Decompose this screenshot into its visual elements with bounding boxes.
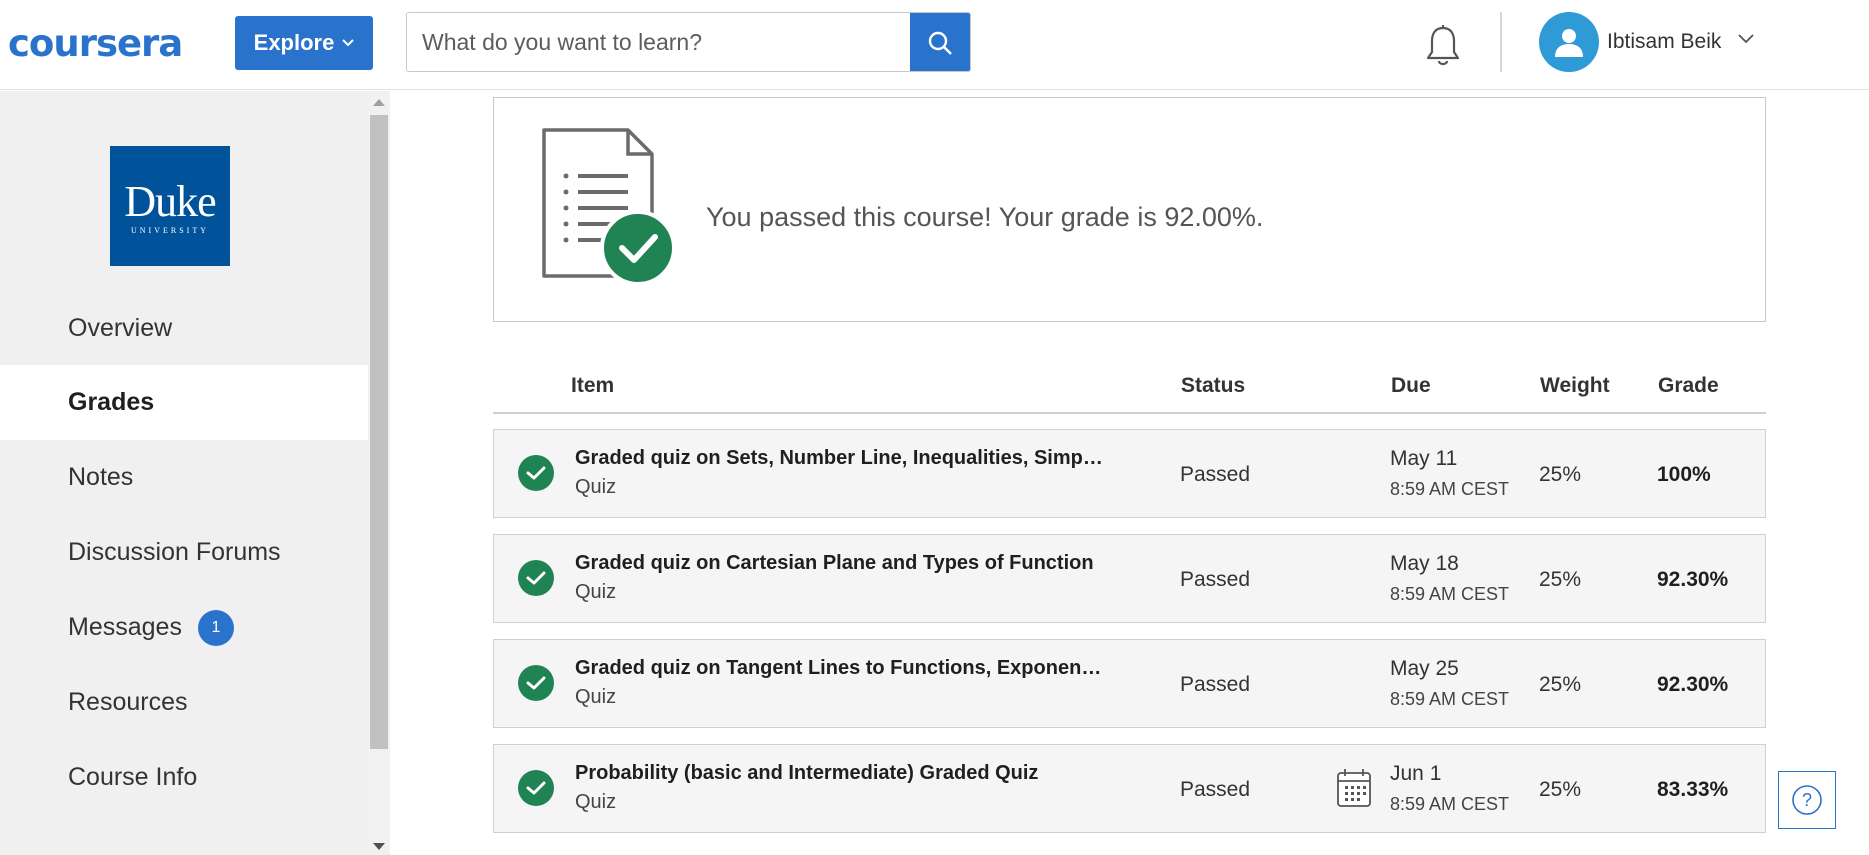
due-date: May 18 <box>1390 552 1459 575</box>
help-button[interactable]: ? <box>1778 771 1836 829</box>
help-label: ? <box>1802 790 1812 810</box>
university-logo-subtitle: UNIVERSITY <box>131 226 209 235</box>
assignment-grade: 92.30% <box>1657 673 1729 696</box>
user-icon <box>1555 29 1583 57</box>
duke-university-logo[interactable]: Duke UNIVERSITY <box>110 146 230 266</box>
calendar-icon[interactable] <box>1336 767 1372 809</box>
chevron-down-icon <box>342 39 355 47</box>
sidebar-item-label: Overview <box>68 314 173 342</box>
course-sidebar: Duke UNIVERSITY Overview Grades Notes Di… <box>0 91 370 855</box>
due-date: Jun 1 <box>1390 762 1442 785</box>
sidebar-scrollbar[interactable] <box>368 91 390 855</box>
coursera-logo[interactable]: coursera <box>8 22 183 65</box>
explore-label: Explore <box>253 30 335 55</box>
sidebar-item-label: Course Info <box>68 763 198 791</box>
chevron-down-icon[interactable] <box>1738 34 1754 44</box>
assignment-grade: 92.30% <box>1657 568 1729 591</box>
check-circle-icon <box>518 560 554 596</box>
university-logo-name: Duke <box>124 177 216 226</box>
assignment-status: Passed <box>1180 568 1251 591</box>
table-header-divider <box>493 412 1766 414</box>
sidebar-item-grades[interactable]: Grades <box>0 365 368 440</box>
column-header-weight: Weight <box>1540 374 1610 397</box>
table-row[interactable]: Graded quiz on Sets, Number Line, Inequa… <box>493 429 1766 518</box>
assignment-title[interactable]: Graded quiz on Sets, Number Line, Inequa… <box>575 447 1105 470</box>
check-circle-icon <box>518 665 554 701</box>
search-button[interactable] <box>910 13 970 71</box>
check-circle-icon <box>518 455 554 491</box>
search-bar <box>406 12 971 72</box>
assignment-status: Passed <box>1180 673 1251 696</box>
column-header-status: Status <box>1181 374 1246 397</box>
column-header-grade: Grade <box>1658 374 1719 397</box>
scroll-down-arrow-icon[interactable] <box>373 843 385 850</box>
assignment-type: Quiz <box>575 686 617 708</box>
assignment-weight: 25% <box>1539 568 1582 591</box>
sidebar-item-label: Resources <box>68 688 188 716</box>
check-circle-icon <box>518 770 554 806</box>
course-passed-card: You passed this course! Your grade is 92… <box>493 97 1766 322</box>
assignment-type: Quiz <box>575 476 617 498</box>
explore-button[interactable]: Explore <box>235 16 373 70</box>
scroll-up-arrow-icon[interactable] <box>373 99 385 106</box>
sidebar-item-label: Grades <box>68 388 155 416</box>
top-navigation-bar: coursera Explore Ibtisam Beik <box>0 0 1869 90</box>
sidebar-item-messages[interactable]: Messages 1 <box>0 590 368 665</box>
scrollbar-thumb[interactable] <box>370 115 388 749</box>
header-divider <box>1500 12 1502 72</box>
table-row[interactable]: Probability (basic and Intermediate) Gra… <box>493 744 1766 833</box>
assignment-status: Passed <box>1180 463 1251 486</box>
user-name[interactable]: Ibtisam Beik <box>1607 30 1721 54</box>
notifications-bell-icon[interactable] <box>1424 24 1462 68</box>
table-row[interactable]: Graded quiz on Cartesian Plane and Types… <box>493 534 1766 623</box>
help-icon: ? <box>1792 785 1822 815</box>
column-header-due: Due <box>1391 374 1431 397</box>
sidebar-item-overview[interactable]: Overview <box>0 291 368 366</box>
sidebar-item-label: Messages <box>68 613 182 641</box>
due-time: 8:59 AM CEST <box>1390 794 1510 814</box>
assignment-weight: 25% <box>1539 673 1582 696</box>
sidebar-item-label: Discussion Forums <box>68 538 281 566</box>
assignment-title[interactable]: Graded quiz on Tangent Lines to Function… <box>575 657 1105 680</box>
assignment-grade: 100% <box>1657 463 1711 486</box>
due-time: 8:59 AM CEST <box>1390 584 1510 604</box>
assignment-weight: 25% <box>1539 778 1582 801</box>
unread-count-badge: 1 <box>197 609 234 646</box>
assignment-title[interactable]: Probability (basic and Intermediate) Gra… <box>575 762 1105 785</box>
due-time: 8:59 AM CEST <box>1390 479 1510 499</box>
assignment-type: Quiz <box>575 581 617 603</box>
sidebar-item-notes[interactable]: Notes <box>0 440 368 515</box>
due-date: May 25 <box>1390 657 1459 680</box>
sidebar-item-discussion-forums[interactable]: Discussion Forums <box>0 515 368 590</box>
table-row[interactable]: Graded quiz on Tangent Lines to Function… <box>493 639 1766 728</box>
avatar[interactable] <box>1539 12 1599 72</box>
assignment-weight: 25% <box>1539 463 1582 486</box>
search-icon <box>928 31 952 55</box>
course-passed-message: You passed this course! Your grade is 92… <box>706 202 1264 232</box>
due-time: 8:59 AM CEST <box>1390 689 1510 709</box>
assignment-grade: 83.33% <box>1657 778 1729 801</box>
due-date: May 11 <box>1390 447 1458 470</box>
document-check-icon <box>542 128 676 286</box>
column-header-item: Item <box>571 374 615 397</box>
sidebar-item-label: Notes <box>68 463 134 491</box>
search-input[interactable] <box>407 13 910 71</box>
assignment-title[interactable]: Graded quiz on Cartesian Plane and Types… <box>575 552 1105 575</box>
sidebar-item-course-info[interactable]: Course Info <box>0 740 368 815</box>
assignment-status: Passed <box>1180 778 1251 801</box>
sidebar-item-resources[interactable]: Resources <box>0 665 368 740</box>
assignment-type: Quiz <box>575 791 617 813</box>
